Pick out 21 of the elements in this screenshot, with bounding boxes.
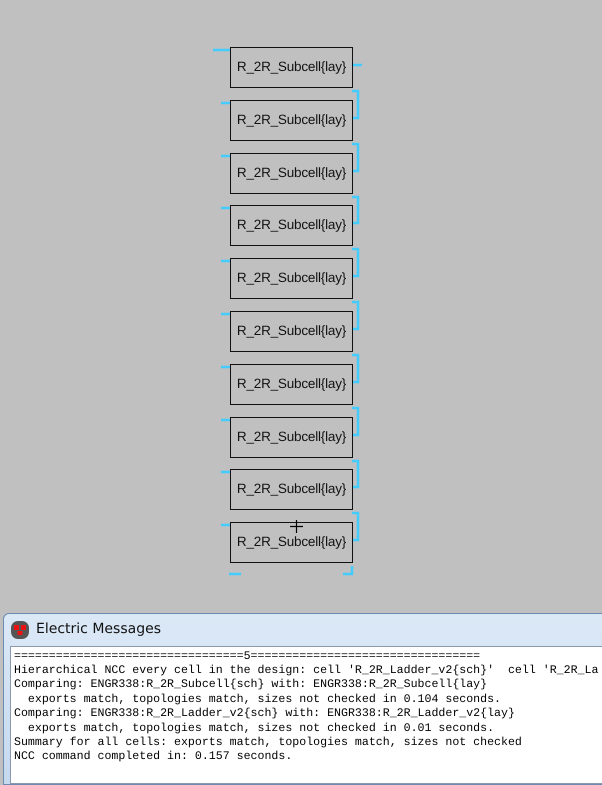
message-line: Comparing: ENGR338:R_2R_Ladder_v2{sch} with: ENGR338:R_2R_Ladder_v2{lay} — [14, 707, 516, 722]
cell-instance[interactable]: R_2R_Subcell{lay} — [230, 153, 353, 194]
cell-instance[interactable]: R_2R_Subcell{lay} — [230, 100, 353, 141]
cell-instance[interactable]: R_2R_Subcell{lay} — [230, 364, 353, 405]
cell-instance[interactable]: R_2R_Subcell{lay} — [230, 522, 353, 563]
message-line: Summary for all cells: exports match, topologies match, sizes not checked — [14, 736, 523, 750]
cell-instance[interactable]: R_2R_Subcell{lay} — [230, 258, 353, 299]
message-line: =================================5================================= — [14, 650, 482, 664]
message-line: Comparing: ENGR338:R_2R_Subcell{sch} with: ENGR338:R_2R_Subcell{lay} — [14, 678, 488, 693]
cell-instance[interactable]: R_2R_Subcell{lay} — [230, 47, 353, 88]
message-line: exports match, topologies match, sizes not checked in 0.104 seconds. — [26, 692, 502, 708]
app-icon — [10, 620, 30, 640]
message-line: Hierarchical NCC every cell in the design: cell 'R_2R_Ladder_v2{sch}' cell 'R_2R_La — [14, 664, 600, 678]
cell-instance[interactable]: R_2R_Subcell{lay} — [230, 205, 353, 246]
cell-instance[interactable]: R_2R_Subcell{lay} — [230, 469, 353, 510]
cell-instance[interactable]: R_2R_Subcell{lay} — [230, 417, 353, 458]
message-line: exports match, topologies match, sizes not checked in 0.01 seconds. — [26, 722, 496, 736]
cell-instance[interactable]: R_2R_Subcell{lay} — [230, 311, 353, 352]
message-line: NCC command completed in: 0.157 seconds. — [14, 750, 294, 765]
crosshair-cursor-icon — [290, 520, 303, 533]
window-title: Electric Messages — [36, 620, 161, 640]
